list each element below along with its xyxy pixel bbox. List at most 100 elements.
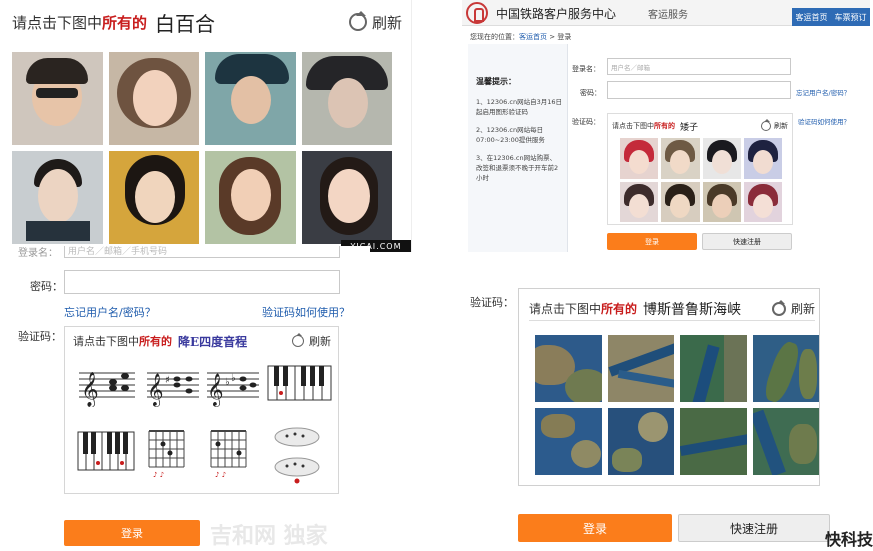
- anime-image-4[interactable]: [743, 138, 782, 179]
- svg-text:♪ ♪: ♪ ♪: [215, 471, 226, 479]
- music-captcha-panel: 登录名： 用户名／邮箱／手机号码 密码： 忘记用户名/密码？ 验证码如何使用？ …: [0, 246, 370, 551]
- captcha-box: 请点击下图中所有的 降E四度音程 刷新 𝄞 𝄞 ♯ 𝄞 ♭ ♭ ♪ ♪ ♪ ♪: [64, 326, 339, 494]
- satellite-image-5[interactable]: [535, 408, 602, 475]
- nav-item-booking[interactable]: 车票预订: [835, 12, 867, 23]
- captcha-target: 降E四度音程: [178, 334, 248, 349]
- breadcrumb-separator: >: [547, 33, 558, 41]
- piano-keys-image-2[interactable]: [77, 431, 137, 471]
- svg-text:♪ ♪: ♪ ♪: [153, 471, 164, 479]
- face-image-8[interactable]: [301, 151, 392, 244]
- prompt-prefix: 请点击下图中: [612, 122, 654, 130]
- satellite-image-3[interactable]: [680, 335, 747, 402]
- satellite-image-7[interactable]: [680, 408, 747, 475]
- login-button[interactable]: 登录: [607, 233, 697, 250]
- anime-image-7[interactable]: [702, 181, 741, 222]
- refresh-icon: [771, 299, 786, 316]
- prompt-prefix: 请点击下图中: [529, 302, 602, 316]
- captcha-header: 请点击下图中所有的 降E四度音程 刷新: [73, 331, 331, 351]
- staff-notation-image-2[interactable]: 𝄞 ♯: [145, 361, 201, 407]
- captcha-target: 博斯普鲁斯海峡: [643, 301, 742, 318]
- login-button[interactable]: 登录: [518, 514, 672, 542]
- refresh-button[interactable]: 刷新: [348, 11, 402, 33]
- satellite-image-1[interactable]: [535, 335, 602, 402]
- breadcrumb-home[interactable]: 客运首页: [519, 33, 547, 41]
- username-input[interactable]: 用户名／邮箱／手机号码: [64, 246, 340, 258]
- prompt-highlight: 所有的: [102, 13, 148, 32]
- username-input[interactable]: 用户名／邮箱: [607, 58, 791, 75]
- captcha-target: 矮子: [680, 122, 699, 133]
- captcha-prompt: 请点击下图中所有的: [73, 333, 172, 349]
- refresh-label: 刷新: [774, 122, 788, 130]
- refresh-label: 刷新: [790, 302, 815, 316]
- guitar-chord-image-1[interactable]: ♪ ♪: [145, 427, 191, 479]
- login-button[interactable]: 登录: [64, 520, 200, 546]
- captcha-prompt: 请点击下图中所有的: [529, 300, 637, 317]
- tips-title: 温馨提示：: [476, 77, 516, 86]
- face-image-1[interactable]: [12, 52, 103, 145]
- ocarina-image[interactable]: [271, 423, 325, 487]
- prompt-prefix: 请点击下图中: [73, 335, 139, 348]
- prompt-highlight: 所有的: [139, 335, 172, 348]
- forgot-password-link[interactable]: 忘记用户名/密码？: [796, 87, 850, 97]
- password-input[interactable]: [607, 81, 791, 99]
- captcha-help-link[interactable]: 验证码如何使用？: [798, 116, 850, 126]
- password-input[interactable]: [64, 270, 340, 294]
- face-image-5[interactable]: [12, 151, 103, 244]
- username-label: 登录名：: [18, 248, 58, 259]
- anime-image-1[interactable]: [620, 138, 659, 179]
- captcha-label: 验证码：: [470, 296, 514, 309]
- satellite-image-2[interactable]: [607, 335, 674, 402]
- register-button[interactable]: 快速注册: [678, 514, 830, 542]
- breadcrumb-current: 登录: [557, 33, 572, 41]
- breadcrumb: 您现在的位置：客运首页 > 登录: [470, 32, 571, 42]
- site-subtitle: 客运服务: [648, 10, 688, 21]
- captcha-target: 白百合: [155, 11, 216, 36]
- captcha-box: 请点击下图中所有的 博斯普鲁斯海峡 刷新: [518, 288, 820, 486]
- captcha-help-link[interactable]: 验证码如何使用？: [262, 304, 350, 320]
- forgot-password-link[interactable]: 忘记用户名/密码？: [64, 304, 156, 320]
- svg-text:𝄞: 𝄞: [207, 373, 224, 407]
- tip-item: 3、在12306.cn网站购票、改签和退票须不晚于开车前2小时: [476, 154, 559, 182]
- anime-image-3[interactable]: [702, 138, 741, 179]
- captcha-header: 请点击下图中所有的 白百合 刷新: [12, 6, 402, 38]
- captcha-label: 验证码：: [18, 330, 62, 343]
- anime-image-8[interactable]: [743, 181, 782, 222]
- brand-logo: 快科技: [824, 530, 873, 549]
- satellite-captcha-panel: 验证码： 请点击下图中所有的 博斯普鲁斯海峡 刷新 登录 快速注册 快科技: [452, 276, 873, 551]
- svg-text:♭: ♭: [225, 377, 230, 388]
- refresh-button[interactable]: 刷新: [771, 299, 815, 317]
- face-image-grid: [12, 52, 392, 244]
- face-image-2[interactable]: [108, 52, 199, 145]
- svg-text:♭: ♭: [231, 373, 236, 384]
- satellite-image-6[interactable]: [607, 408, 674, 475]
- tip-item: 2、12306.cn网站每日07:00~23:00提供服务: [476, 126, 545, 144]
- anime-image-6[interactable]: [661, 181, 700, 222]
- staff-notation-image-1[interactable]: 𝄞: [77, 361, 137, 407]
- faces-captcha-panel: 请点击下图中所有的 白百合 刷新 YICAI.COM: [0, 0, 412, 252]
- refresh-button[interactable]: 刷新: [292, 333, 331, 349]
- watermark-overlay: 吉和网 独家: [210, 523, 328, 549]
- anime-image-grid: [620, 138, 782, 222]
- anime-image-2[interactable]: [661, 138, 700, 179]
- piano-keys-image-1[interactable]: [267, 365, 333, 401]
- nav-item-home[interactable]: 客运首页: [796, 12, 828, 23]
- face-image-3[interactable]: [205, 52, 296, 145]
- refresh-button[interactable]: 刷新: [761, 119, 788, 131]
- face-image-7[interactable]: [205, 151, 296, 244]
- satellite-image-4[interactable]: [752, 335, 819, 402]
- face-image-4[interactable]: [301, 52, 392, 145]
- guitar-chord-image-2[interactable]: ♪ ♪: [207, 427, 253, 479]
- satellite-image-8[interactable]: [752, 408, 819, 475]
- refresh-icon: [292, 333, 304, 347]
- svg-text:𝄞: 𝄞: [147, 373, 164, 407]
- register-button[interactable]: 快速注册: [702, 233, 792, 250]
- prompt-highlight: 所有的: [601, 302, 638, 316]
- site-header: 中国铁路客户服务中心 客运服务 客运首页 车票预订: [462, 0, 870, 26]
- staff-notation-image-3[interactable]: 𝄞 ♭ ♭: [205, 361, 261, 407]
- anime-image-5[interactable]: [620, 181, 659, 222]
- railway-logo-icon: [466, 2, 488, 24]
- prompt-prefix: 请点击下图中: [12, 13, 103, 32]
- face-image-6[interactable]: [108, 151, 199, 244]
- captcha-label: 验证码：: [572, 118, 600, 126]
- prompt-highlight: 所有的: [654, 122, 675, 130]
